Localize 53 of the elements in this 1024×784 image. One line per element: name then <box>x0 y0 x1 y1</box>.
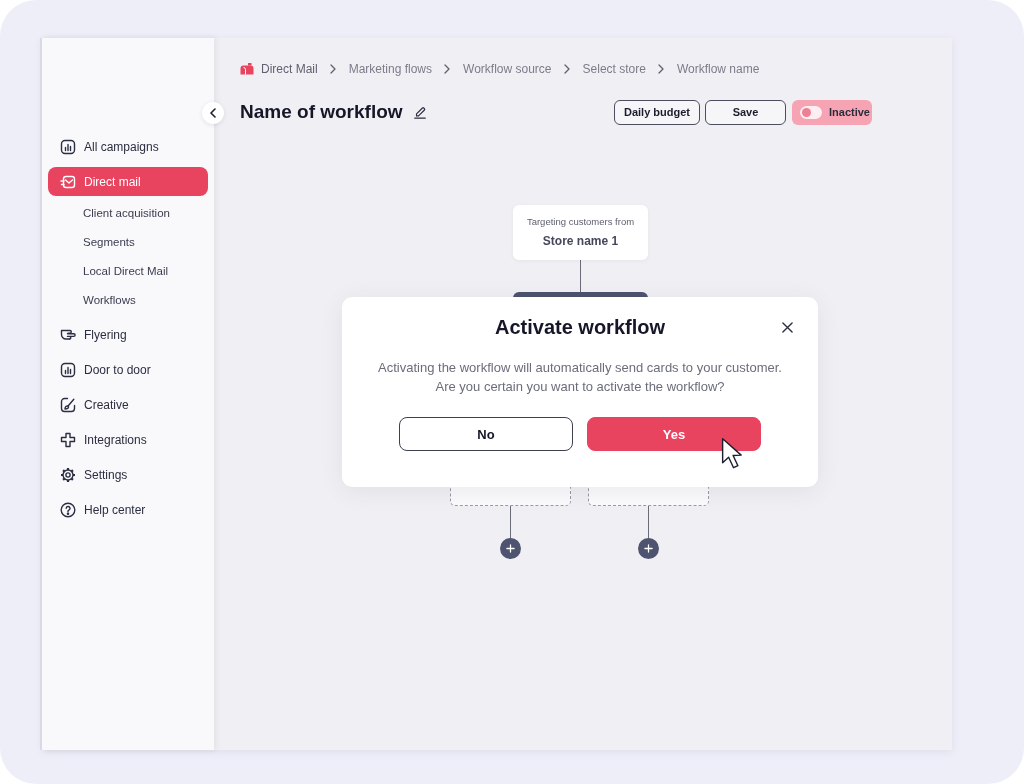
plus-icon <box>644 544 653 553</box>
close-icon[interactable] <box>782 322 793 333</box>
breadcrumb-link[interactable]: Direct Mail <box>261 62 318 76</box>
brush-icon <box>60 396 76 413</box>
puzzle-icon <box>60 431 76 448</box>
sidebar-item[interactable]: Help center <box>48 495 208 524</box>
pencil-icon[interactable] <box>412 105 427 119</box>
chevron-right-icon <box>657 64 664 74</box>
toolbar-button[interactable]: Save <box>705 99 786 125</box>
mail-icon <box>60 173 76 190</box>
add-step-button[interactable] <box>500 538 521 559</box>
mailbox-icon <box>240 63 254 75</box>
bar-chart-icon <box>60 138 76 155</box>
status-toggle-button[interactable]: Inactive <box>792 99 872 125</box>
sidebar-item[interactable]: Direct mail <box>48 167 208 196</box>
chevron-right-icon <box>563 64 570 74</box>
trigger-node[interactable]: Targeting customers from Store name 1 <box>513 205 648 260</box>
cancel-button[interactable]: No <box>399 417 573 451</box>
connector-line <box>510 506 511 538</box>
workflow-title: Name of workflow <box>240 101 403 123</box>
cursor-icon <box>721 437 745 470</box>
sidebar-subitem[interactable]: Segments <box>48 227 208 256</box>
sidebar-item[interactable]: All campaigns <box>48 132 208 161</box>
add-step-button[interactable] <box>638 538 659 559</box>
connector-line <box>648 506 649 538</box>
plus-icon <box>506 544 515 553</box>
toggle-switch[interactable] <box>800 105 822 119</box>
sidebar-item[interactable]: Settings <box>48 460 208 489</box>
collapse-button[interactable] <box>202 102 224 124</box>
breadcrumb-link[interactable]: Select store <box>582 62 646 76</box>
sidebar-subitem[interactable]: Local Direct Mail <box>48 256 208 285</box>
settings-icon <box>60 466 76 483</box>
sidebar-item[interactable]: Creative <box>48 390 208 419</box>
chevron-right-icon <box>329 64 336 74</box>
sidebar-item[interactable]: Flyering <box>48 320 208 349</box>
dialog-title: Activate workflow <box>494 315 665 339</box>
bar-chart-icon <box>60 361 76 378</box>
chevron-right-icon <box>444 64 451 74</box>
chevron-left-icon <box>210 108 216 118</box>
sidebar-item[interactable]: Door to door <box>48 355 208 384</box>
store-name: Store name 1 <box>541 233 620 249</box>
dialog-message: Activating the workflow will automatically send cards to your customer. Are you certain you want to activate the workflow? <box>378 359 782 396</box>
breadcrumb-link[interactable]: Marketing flows <box>348 62 433 76</box>
breadcrumb-link[interactable]: Workflow name <box>676 62 760 76</box>
sidebar-subitem[interactable]: Client acquisition <box>48 198 208 227</box>
breadcrumb-link[interactable]: Workflow source <box>463 62 552 76</box>
sidebar-item[interactable]: Integrations <box>48 425 208 454</box>
connector-line <box>580 260 581 292</box>
sidebar-subitem[interactable]: Workflows <box>48 285 208 314</box>
help-icon <box>60 501 76 518</box>
confirm-button[interactable]: Yes <box>587 417 761 451</box>
toolbar-button[interactable]: Daily budget <box>614 99 700 125</box>
trigger-caption: Targeting customers from <box>525 215 636 229</box>
